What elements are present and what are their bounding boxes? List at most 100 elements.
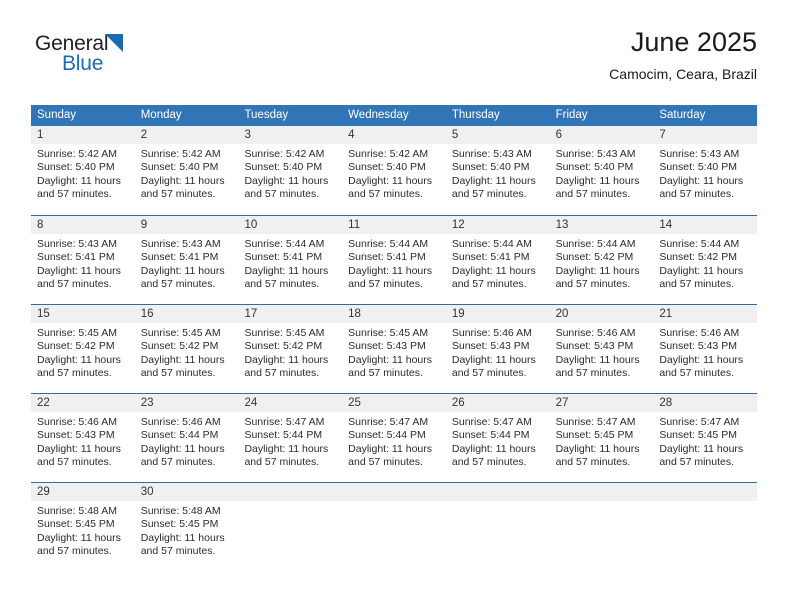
day-details: Sunrise: 5:47 AM Sunset: 5:44 PM Daylight:… [446, 412, 550, 470]
day-cell[interactable]: 12 Sunrise: 5:44 AM Sunset: 5:41 PM Dayligh… [445, 216, 550, 304]
sunset-text: Sunset: 5:43 PM [348, 340, 426, 353]
day-details: Sunrise: 5:46 AM Sunset: 5:43 PM Daylight:… [31, 412, 135, 470]
sunrise-text: Sunrise: 5:42 AM [348, 148, 429, 160]
daylight-text: Daylight: 11 hours and 57 minutes. [555, 442, 640, 469]
sunset-text: Sunset: 5:41 PM [244, 251, 323, 264]
day-details: Sunrise: 5:43 AM Sunset: 5:41 PM Daylight:… [135, 234, 239, 292]
day-cell[interactable]: 18 Sunrise: 5:45 AM Sunset: 5:43 PM Dayligh… [342, 305, 446, 393]
sunrise-text: Sunrise: 5:43 AM [659, 148, 740, 160]
day-details: Sunrise: 5:44 AM Sunset: 5:41 PM Daylight:… [238, 234, 342, 292]
sunrise-text: Sunrise: 5:46 AM [659, 327, 740, 339]
sunrise-text: Sunrise: 5:47 AM [451, 416, 532, 428]
sunset-text: Sunset: 5:41 PM [140, 251, 219, 264]
day-details [653, 501, 757, 505]
day-cell[interactable]: 29 Sunrise: 5:48 AM Sunset: 5:45 PM Dayligh… [31, 483, 135, 571]
sunset-text: Sunset: 5:41 PM [37, 251, 115, 264]
sunrise-text: Sunrise: 5:44 AM [244, 238, 325, 250]
calendar-week-row: 1 Sunrise: 5:42 AM Sunset: 5:40 PM Daylight… [31, 126, 758, 215]
sunrise-text: Sunrise: 5:48 AM [140, 505, 221, 517]
day-cell[interactable]: 21 Sunrise: 5:46 AM Sunset: 5:43 PM Dayligh… [653, 305, 758, 393]
daylight-text: Daylight: 11 hours and 57 minutes. [555, 353, 640, 380]
day-details: Sunrise: 5:47 AM Sunset: 5:44 PM Daylight:… [238, 412, 342, 470]
daylight-text: Daylight: 11 hours and 57 minutes. [451, 353, 536, 380]
day-cell[interactable]: 19 Sunrise: 5:46 AM Sunset: 5:43 PM Dayligh… [445, 305, 550, 393]
daylight-text: Daylight: 11 hours and 57 minutes. [451, 174, 536, 201]
day-cell[interactable]: 24 Sunrise: 5:47 AM Sunset: 5:44 PM Dayligh… [238, 394, 343, 482]
day-cell[interactable]: 10 Sunrise: 5:44 AM Sunset: 5:41 PM Dayligh… [238, 216, 343, 304]
sunrise-text: Sunrise: 5:42 AM [140, 148, 221, 160]
day-cell-empty [342, 483, 446, 571]
daylight-text: Daylight: 11 hours and 57 minutes. [659, 442, 744, 469]
weekday-header-thursday: Thursday [451, 109, 500, 121]
day-number: 26 [445, 394, 550, 412]
calendar-week-row: 15 Sunrise: 5:45 AM Sunset: 5:42 PM Dayligh… [31, 304, 758, 393]
daylight-text: Daylight: 11 hours and 57 minutes. [140, 442, 225, 469]
day-cell[interactable]: 1 Sunrise: 5:42 AM Sunset: 5:40 PM Daylight… [31, 126, 135, 215]
sunset-text: Sunset: 5:45 PM [37, 518, 115, 531]
sunset-text: Sunset: 5:41 PM [348, 251, 426, 264]
day-cell[interactable]: 16 Sunrise: 5:45 AM Sunset: 5:42 PM Dayligh… [134, 305, 239, 393]
daylight-text: Daylight: 11 hours and 57 minutes. [140, 174, 225, 201]
sunrise-text: Sunrise: 5:47 AM [555, 416, 636, 428]
day-cell[interactable]: 5 Sunrise: 5:43 AM Sunset: 5:40 PM Daylight… [445, 126, 550, 215]
sunset-text: Sunset: 5:45 PM [140, 518, 219, 531]
day-cell[interactable]: 3 Sunrise: 5:42 AM Sunset: 5:40 PM Daylight… [238, 126, 343, 215]
day-cell[interactable]: 11 Sunrise: 5:44 AM Sunset: 5:41 PM Dayligh… [342, 216, 446, 304]
sunrise-text: Sunrise: 5:44 AM [659, 238, 740, 250]
day-cell[interactable]: 22 Sunrise: 5:46 AM Sunset: 5:43 PM Dayligh… [31, 394, 135, 482]
day-number: 21 [653, 305, 758, 323]
sunrise-text: Sunrise: 5:43 AM [37, 238, 117, 250]
daylight-text: Daylight: 11 hours and 57 minutes. [140, 353, 225, 380]
general-blue-logo[interactable]: General Blue [35, 32, 145, 78]
day-details: Sunrise: 5:45 AM Sunset: 5:42 PM Daylight:… [135, 323, 239, 381]
daylight-text: Daylight: 11 hours and 57 minutes. [348, 353, 433, 380]
weekday-header-saturday: Saturday [659, 109, 706, 121]
sunset-text: Sunset: 5:42 PM [140, 340, 219, 353]
day-cell[interactable]: 26 Sunrise: 5:47 AM Sunset: 5:44 PM Dayligh… [445, 394, 550, 482]
day-cell[interactable]: 25 Sunrise: 5:47 AM Sunset: 5:44 PM Dayligh… [342, 394, 446, 482]
day-details [342, 501, 446, 505]
day-number: 3 [238, 126, 343, 144]
day-cell[interactable]: 27 Sunrise: 5:47 AM Sunset: 5:45 PM Dayligh… [549, 394, 654, 482]
day-cell[interactable]: 2 Sunrise: 5:42 AM Sunset: 5:40 PM Daylight… [134, 126, 239, 215]
calendar-grid: Sunday Monday Tuesday Wednesday Thursday Frid… [31, 105, 758, 571]
daylight-text: Daylight: 11 hours and 57 minutes. [451, 264, 536, 291]
day-cell[interactable]: 17 Sunrise: 5:45 AM Sunset: 5:42 PM Dayligh… [238, 305, 343, 393]
day-cell[interactable]: 13 Sunrise: 5:44 AM Sunset: 5:42 PM Dayligh… [549, 216, 654, 304]
sunset-text: Sunset: 5:40 PM [659, 161, 737, 174]
day-cell[interactable]: 20 Sunrise: 5:46 AM Sunset: 5:43 PM Dayligh… [549, 305, 654, 393]
sunset-text: Sunset: 5:40 PM [37, 161, 115, 174]
day-details: Sunrise: 5:43 AM Sunset: 5:41 PM Daylight:… [31, 234, 135, 292]
day-cell[interactable]: 28 Sunrise: 5:47 AM Sunset: 5:45 PM Dayligh… [653, 394, 758, 482]
day-cell[interactable]: 8 Sunrise: 5:43 AM Sunset: 5:41 PM Daylight… [31, 216, 135, 304]
day-details: Sunrise: 5:43 AM Sunset: 5:40 PM Daylight:… [550, 144, 654, 202]
day-cell-empty [549, 483, 654, 571]
sunset-text: Sunset: 5:40 PM [244, 161, 323, 174]
day-cell[interactable]: 30 Sunrise: 5:48 AM Sunset: 5:45 PM Dayligh… [134, 483, 239, 571]
day-cell[interactable]: 14 Sunrise: 5:44 AM Sunset: 5:42 PM Dayligh… [653, 216, 758, 304]
day-details: Sunrise: 5:45 AM Sunset: 5:43 PM Daylight:… [342, 323, 446, 381]
daylight-text: Daylight: 11 hours and 57 minutes. [244, 442, 329, 469]
sunset-text: Sunset: 5:45 PM [555, 429, 634, 442]
sunset-text: Sunset: 5:44 PM [244, 429, 323, 442]
day-number: 30 [134, 483, 239, 501]
day-cell[interactable]: 23 Sunrise: 5:46 AM Sunset: 5:44 PM Dayligh… [134, 394, 239, 482]
day-cell[interactable]: 15 Sunrise: 5:45 AM Sunset: 5:42 PM Dayligh… [31, 305, 135, 393]
weekday-header-tuesday: Tuesday [244, 109, 289, 121]
day-details: Sunrise: 5:47 AM Sunset: 5:45 PM Daylight:… [550, 412, 654, 470]
sunset-text: Sunset: 5:45 PM [659, 429, 737, 442]
day-cell[interactable]: 9 Sunrise: 5:43 AM Sunset: 5:41 PM Daylight… [134, 216, 239, 304]
day-cell[interactable]: 7 Sunrise: 5:43 AM Sunset: 5:40 PM Daylight… [653, 126, 758, 215]
sunrise-text: Sunrise: 5:44 AM [555, 238, 636, 250]
page-header: General Blue June 2025 Camocim, Ceara, B… [31, 26, 757, 98]
day-details: Sunrise: 5:42 AM Sunset: 5:40 PM Daylight:… [238, 144, 342, 202]
day-cell[interactable]: 4 Sunrise: 5:42 AM Sunset: 5:40 PM Daylight… [342, 126, 446, 215]
sunrise-text: Sunrise: 5:45 AM [37, 327, 117, 339]
day-details: Sunrise: 5:45 AM Sunset: 5:42 PM Daylight:… [238, 323, 342, 381]
weekday-header-row: Sunday Monday Tuesday Wednesday Thursday Frid… [31, 105, 757, 126]
calendar-week-row: 8 Sunrise: 5:43 AM Sunset: 5:41 PM Daylight… [31, 215, 758, 304]
sunrise-text: Sunrise: 5:42 AM [37, 148, 117, 160]
sunset-text: Sunset: 5:43 PM [451, 340, 530, 353]
day-number: 23 [134, 394, 239, 412]
day-cell[interactable]: 6 Sunrise: 5:43 AM Sunset: 5:40 PM Daylight… [549, 126, 654, 215]
